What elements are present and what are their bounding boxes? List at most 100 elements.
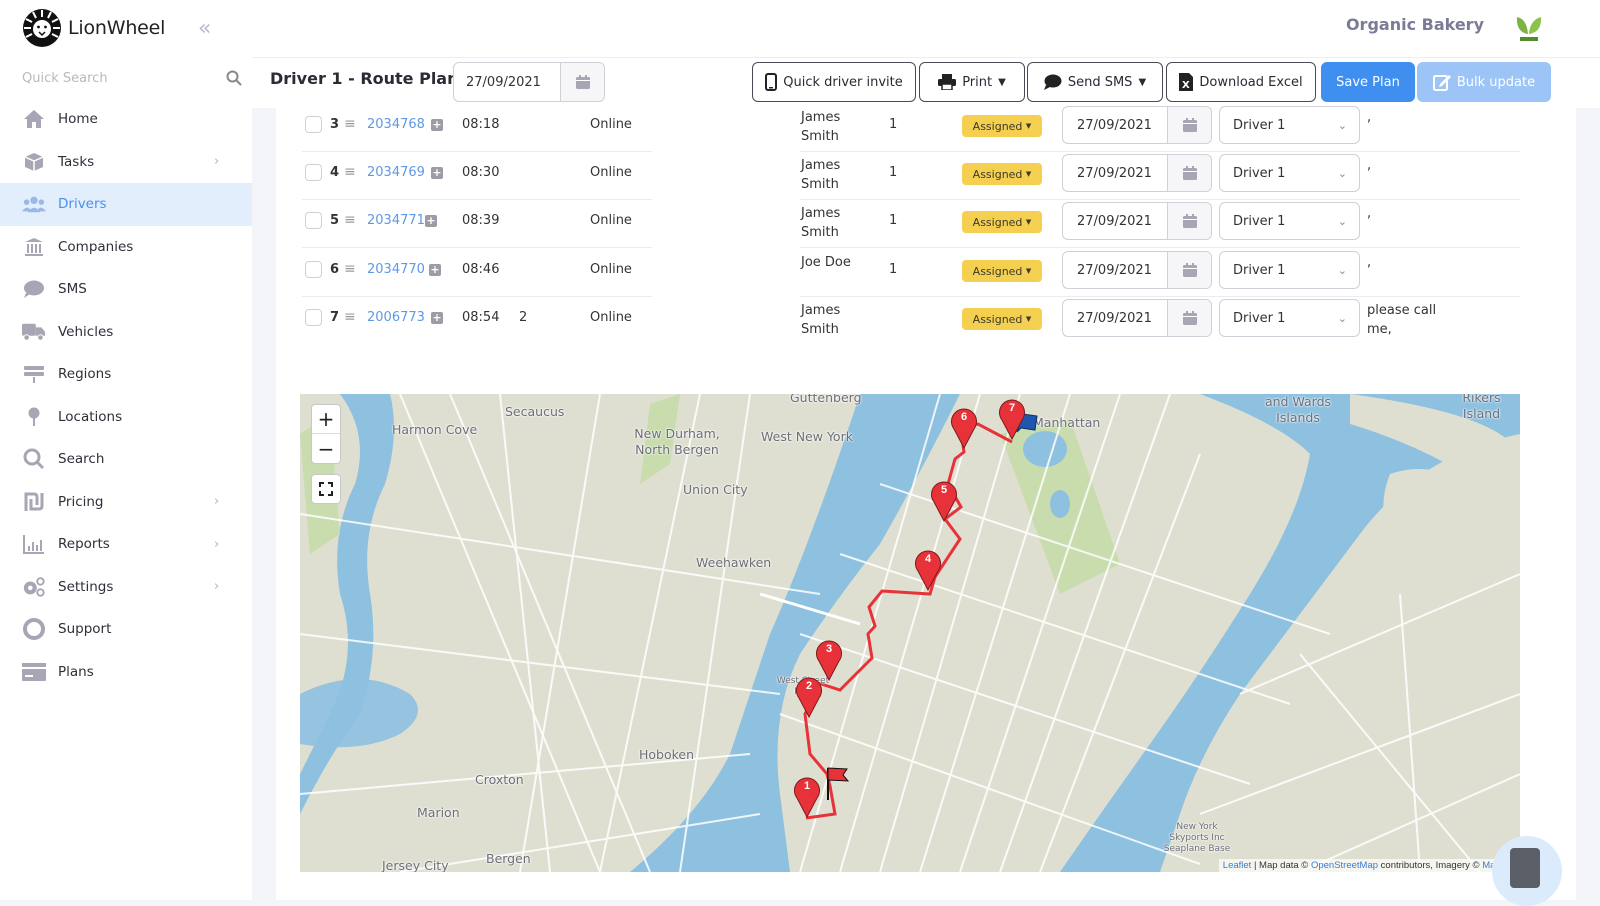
sidebar-item-drivers[interactable]: Drivers <box>0 183 252 226</box>
calendar-icon[interactable] <box>560 63 604 101</box>
status-badge[interactable]: Assigned ▼ <box>962 260 1042 282</box>
status-badge[interactable]: Assigned ▼ <box>962 115 1042 137</box>
task-id-link[interactable]: 2034768 <box>367 117 425 132</box>
send-sms-button[interactable]: Send SMS ▼ <box>1027 62 1163 102</box>
row-checkbox[interactable] <box>305 164 322 181</box>
task-id-link[interactable]: 2034769 <box>367 165 425 180</box>
organization-name[interactable]: Organic Bakery <box>1346 15 1484 34</box>
fullscreen-button[interactable] <box>311 474 341 504</box>
row-checkbox[interactable] <box>305 309 322 326</box>
sidebar-item-sms[interactable]: SMS <box>0 268 252 311</box>
openstreetmap-link[interactable]: OpenStreetMap <box>1311 860 1378 871</box>
customer-name: James Smith <box>801 206 841 240</box>
sidebar-item-plans[interactable]: Plans <box>0 651 252 694</box>
sidebar-item-label: Home <box>58 111 98 128</box>
task-date-picker[interactable]: 27/09/2021 <box>1062 251 1212 289</box>
plan-date-value[interactable]: 27/09/2021 <box>454 63 560 101</box>
driver-select[interactable]: Driver 1 ⌄ <box>1219 154 1360 192</box>
task-date-picker[interactable]: 27/09/2021 <box>1062 154 1212 192</box>
collapse-sidebar-icon[interactable]: « <box>198 16 211 41</box>
task-date-picker[interactable]: 27/09/2021 <box>1062 202 1212 240</box>
print-button[interactable]: Print ▼ <box>919 62 1025 102</box>
task-date-picker[interactable]: 27/09/2021 <box>1062 106 1212 144</box>
sidebar-item-tasks[interactable]: Tasks › <box>0 141 252 184</box>
route-map[interactable]: Guttenberg Secaucus Harmon Cove New Durham,… <box>300 394 1520 872</box>
task-id-link[interactable]: 2006773 <box>367 310 425 325</box>
driver-select[interactable]: Driver 1 ⌄ <box>1219 251 1360 289</box>
map-place-label: West New York <box>761 429 853 444</box>
sidebar-item-search[interactable]: Search <box>0 438 252 481</box>
task-time: 08:18 <box>462 117 500 132</box>
route-stop-marker[interactable]: 7 <box>998 396 1026 444</box>
sidebar-item-companies[interactable]: Companies <box>0 226 252 269</box>
driver-status: Online <box>590 310 632 325</box>
calendar-icon[interactable] <box>1167 252 1211 288</box>
sidebar-item-settings[interactable]: Settings › <box>0 566 252 609</box>
stop-order: 6 <box>330 262 340 277</box>
expand-plus-icon[interactable]: + <box>429 264 441 276</box>
task-date-value[interactable]: 27/09/2021 <box>1063 252 1167 288</box>
row-checkbox[interactable] <box>305 116 322 133</box>
task-id-link[interactable]: 2034771 <box>367 213 425 228</box>
task-date-value[interactable]: 27/09/2021 <box>1063 155 1167 191</box>
calendar-icon[interactable] <box>1167 155 1211 191</box>
save-plan-button[interactable]: Save Plan <box>1321 62 1415 102</box>
status-badge[interactable]: Assigned ▼ <box>962 163 1042 185</box>
expand-plus-icon[interactable]: + <box>431 119 443 131</box>
calendar-icon[interactable] <box>1167 203 1211 239</box>
sidebar-item-support[interactable]: Support <box>0 608 252 651</box>
chat-widget-button[interactable] <box>1510 848 1540 888</box>
drag-handle-icon[interactable]: ≡ <box>344 116 356 132</box>
driver-select[interactable]: Driver 1 ⌄ <box>1219 106 1360 144</box>
task-date-picker[interactable]: 27/09/2021 <box>1062 299 1212 337</box>
search-icon[interactable] <box>226 70 242 86</box>
sidebar-item-reports[interactable]: Reports › <box>0 523 252 566</box>
task-date-value[interactable]: 27/09/2021 <box>1063 300 1167 336</box>
drag-handle-icon[interactable]: ≡ <box>344 309 356 325</box>
map-place-label: Croxton <box>475 772 524 787</box>
download-excel-button[interactable]: X Download Excel <box>1166 62 1316 102</box>
status-badge[interactable]: Assigned ▼ <box>962 211 1042 233</box>
task-id-link[interactable]: 2034770 <box>367 262 425 277</box>
drag-handle-icon[interactable]: ≡ <box>344 261 356 277</box>
zoom-in-button[interactable]: + <box>312 405 340 434</box>
route-stop-marker[interactable]: 5 <box>930 478 958 526</box>
chat-icon <box>22 278 46 300</box>
row-checkbox[interactable] <box>305 261 322 278</box>
expand-plus-icon[interactable]: + <box>431 167 443 179</box>
drag-handle-icon[interactable]: ≡ <box>344 164 356 180</box>
leaflet-link[interactable]: Leaflet <box>1223 860 1252 871</box>
row-checkbox[interactable] <box>305 212 322 229</box>
chevron-right-icon: › <box>214 154 220 170</box>
bulk-update-button[interactable]: Bulk update <box>1417 62 1551 102</box>
task-time: 08:54 <box>462 310 500 325</box>
calendar-icon[interactable] <box>1167 107 1211 143</box>
sidebar-item-home[interactable]: Home <box>0 98 252 141</box>
attribution-text: contributors, Imagery © <box>1378 860 1483 871</box>
chevron-down-icon: ⌄ <box>1337 263 1347 277</box>
sidebar-item-regions[interactable]: Regions <box>0 353 252 396</box>
route-stop-marker[interactable]: 6 <box>950 405 978 453</box>
route-start-flag-icon[interactable] <box>825 766 851 800</box>
driver-select[interactable]: Driver 1 ⌄ <box>1219 299 1360 337</box>
task-note: please call me, <box>1367 303 1437 337</box>
route-stop-marker[interactable]: 4 <box>914 547 942 595</box>
route-stop-marker[interactable]: 1 <box>793 774 821 822</box>
task-date-value[interactable]: 27/09/2021 <box>1063 203 1167 239</box>
expand-plus-icon[interactable]: + <box>425 215 437 227</box>
sidebar-item-locations[interactable]: Locations <box>0 396 252 439</box>
expand-plus-icon[interactable]: + <box>431 312 443 324</box>
task-date-value[interactable]: 27/09/2021 <box>1063 107 1167 143</box>
quick-driver-invite-button[interactable]: Quick driver invite <box>752 62 916 102</box>
quick-search-input[interactable] <box>22 70 212 86</box>
drag-handle-icon[interactable]: ≡ <box>344 212 356 228</box>
sidebar-item-pricing[interactable]: Pricing › <box>0 481 252 524</box>
route-stop-marker[interactable]: 3 <box>815 637 843 685</box>
zoom-out-button[interactable]: − <box>312 434 340 463</box>
calendar-icon[interactable] <box>1167 300 1211 336</box>
plan-date-picker[interactable]: 27/09/2021 <box>453 62 605 102</box>
brand[interactable]: LionWheel <box>22 8 165 48</box>
driver-select[interactable]: Driver 1 ⌄ <box>1219 202 1360 240</box>
status-badge[interactable]: Assigned ▼ <box>962 308 1042 330</box>
sidebar-item-vehicles[interactable]: Vehicles <box>0 311 252 354</box>
